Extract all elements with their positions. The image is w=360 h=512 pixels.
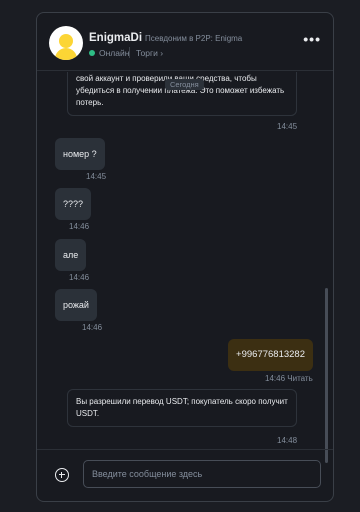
- chevron-right-icon: ›: [160, 48, 164, 58]
- message-composer: [37, 449, 333, 501]
- system-message-card: Вы разрешили перевод USDT; покупатель ск…: [67, 389, 297, 427]
- message-time: 14:48: [277, 436, 298, 445]
- add-attachment-icon[interactable]: [55, 468, 69, 482]
- message-list[interactable]: свой аккаунт и проверили ваши средства, …: [37, 72, 333, 452]
- p2p-alias: Псевдоним в P2P: Enigma: [145, 34, 243, 43]
- avatar-head-shape: [59, 34, 73, 48]
- incoming-message[interactable]: але: [55, 239, 87, 271]
- chat-window: EnigmaDi Псевдоним в P2P: Enigma Онлайн …: [36, 12, 334, 502]
- message-time: 14:45: [277, 122, 298, 131]
- date-separator: Сегодня: [165, 79, 204, 90]
- message-time: 14:46: [265, 374, 286, 383]
- more-options-icon[interactable]: •••: [303, 32, 321, 46]
- message-time: 14:46: [69, 222, 90, 231]
- system-message-text: Вы разрешили перевод USDT; покупатель ск…: [76, 397, 288, 418]
- read-receipt: Читать: [287, 374, 313, 383]
- message-time: 14:46: [69, 273, 90, 282]
- message-input[interactable]: [83, 460, 321, 488]
- online-status-label: Онлайн: [99, 48, 130, 58]
- chat-header: EnigmaDi Псевдоним в P2P: Enigma Онлайн …: [37, 13, 333, 71]
- chat-scrollbar[interactable]: [325, 288, 328, 463]
- incoming-message[interactable]: рожай: [55, 289, 97, 321]
- username[interactable]: EnigmaDi: [89, 32, 142, 44]
- trades-link[interactable]: Торги ›: [136, 48, 163, 58]
- incoming-message[interactable]: номер ?: [55, 138, 105, 170]
- incoming-message[interactable]: ????: [55, 188, 92, 220]
- online-status: Онлайн: [89, 48, 129, 58]
- outgoing-message[interactable]: +996776813282: [228, 339, 313, 371]
- trades-label: Торги: [136, 48, 158, 58]
- message-status: 14:46 Читать: [265, 374, 313, 383]
- header-divider: [129, 47, 130, 58]
- avatar[interactable]: [49, 26, 83, 60]
- message-time: 14:45: [86, 172, 107, 181]
- online-dot-icon: [89, 50, 95, 56]
- message-time: 14:46: [82, 323, 103, 332]
- avatar-body-shape: [55, 48, 77, 60]
